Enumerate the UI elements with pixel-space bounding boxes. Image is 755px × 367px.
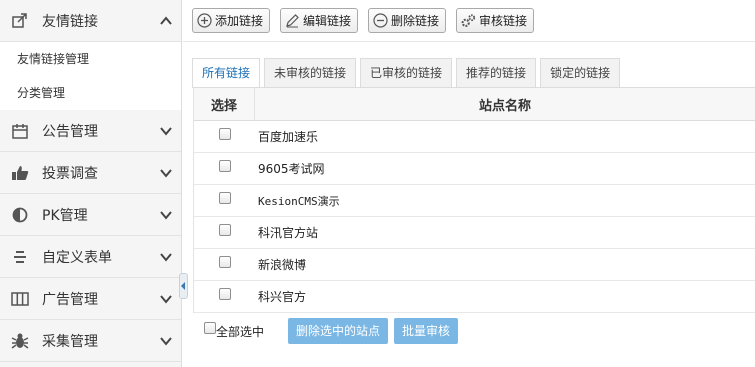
delete-selected-button[interactable]: 删除选中的站点 (288, 318, 389, 344)
chevron-up-icon (160, 16, 172, 25)
sidebar-group-custom-form[interactable]: 自定义表单 (0, 236, 181, 278)
review-link-button[interactable]: 审核链接 (456, 8, 535, 33)
chevron-down-icon (160, 127, 172, 136)
bottom-actions: 全部选中 删除选中的站点 批量审核 (204, 318, 464, 344)
bug-icon (11, 332, 29, 350)
link-icon (11, 12, 29, 30)
row-checkbox[interactable] (218, 160, 231, 172)
minus-circle-icon (373, 13, 388, 28)
row-checkbox[interactable] (218, 192, 231, 204)
gears-icon (461, 13, 476, 28)
site-name-cell: 新浪微博 (258, 258, 307, 272)
chevron-down-icon (160, 295, 172, 304)
sidebar-group-ads[interactable]: 广告管理 (0, 278, 181, 320)
thumbs-up-icon (11, 164, 29, 182)
select-all-label: 全部选中 (216, 324, 265, 339)
calendar-icon (11, 122, 29, 140)
table-row: KesionCMS演示 (194, 185, 755, 217)
select-all[interactable]: 全部选中 (204, 322, 265, 340)
table-row: 科汛官方站 (194, 217, 755, 249)
chevron-down-icon (160, 211, 172, 220)
sidebar-group-collect[interactable]: 采集管理 (0, 320, 181, 362)
delete-link-label: 删除链接 (391, 14, 440, 28)
add-link-button[interactable]: 添加链接 (192, 8, 271, 33)
chevron-down-icon (160, 169, 172, 178)
row-checkbox[interactable] (218, 224, 231, 236)
pencil-icon (285, 13, 300, 28)
row-checkbox[interactable] (218, 288, 231, 300)
half-circle-icon (11, 206, 29, 224)
sidebar-group-links[interactable]: 友情链接 (0, 0, 181, 42)
site-name-cell: 百度加速乐 (258, 130, 319, 144)
edit-link-button[interactable]: 编辑链接 (280, 8, 359, 33)
tab-locked-links[interactable]: 锁定的链接 (540, 58, 621, 87)
sidebar-item-link-manage[interactable]: 友情链接管理 (0, 42, 181, 76)
sidebar-item-category-manage[interactable]: 分类管理 (0, 76, 181, 110)
tab-unreviewed-links[interactable]: 未审核的链接 (264, 58, 357, 87)
tab-all-links[interactable]: 所有链接 (192, 58, 261, 88)
tab-recommended-links[interactable]: 推荐的链接 (456, 58, 537, 87)
site-name-cell: KesionCMS演示 (258, 194, 340, 208)
delete-link-button[interactable]: 删除链接 (368, 8, 447, 33)
table-header: 选择 站点名称 (194, 88, 755, 121)
site-name-cell: 科兴官方 (258, 290, 307, 304)
table-row: 新浪微博 (194, 249, 755, 281)
chevron-down-icon (160, 337, 172, 346)
toolbar: 添加链接 编辑链接 删除链接 审核链接 (183, 0, 755, 42)
edit-link-label: 编辑链接 (303, 14, 352, 28)
row-checkbox[interactable] (218, 256, 231, 268)
review-link-label: 审核链接 (479, 14, 528, 28)
tab-reviewed-links[interactable]: 已审核的链接 (360, 58, 453, 87)
link-tabs: 所有链接 未审核的链接 已审核的链接 推荐的链接 锁定的链接 (192, 58, 621, 88)
links-table: 选择 站点名称 百度加速乐 9605考试网 KesionCMS演示 科汛官方站 … (193, 87, 755, 313)
sidebar-submenu: 友情链接管理 分类管理 (0, 42, 181, 110)
add-link-label: 添加链接 (215, 14, 264, 28)
plus-circle-icon (197, 13, 212, 28)
row-checkbox[interactable] (218, 128, 231, 140)
table-row: 科兴官方 (194, 281, 755, 313)
sidebar-group-vote[interactable]: 投票调查 (0, 152, 181, 194)
column-header-site-name: 站点名称 (478, 98, 531, 114)
chevron-down-icon (160, 253, 172, 262)
site-name-cell: 科汛官方站 (258, 226, 319, 240)
table-row: 百度加速乐 (194, 121, 755, 153)
site-name-cell: 9605考试网 (258, 162, 325, 176)
sidebar: 友情链接 友情链接管理 分类管理 公告管理 投票调查 PK管理 自定义表单 广告… (0, 0, 182, 367)
select-all-checkbox[interactable] (204, 322, 216, 334)
batch-review-button[interactable]: 批量审核 (394, 318, 459, 344)
columns-icon (11, 290, 29, 308)
main-content: 添加链接 编辑链接 删除链接 审核链接 所有链接 未审核的链接 已审核的链接 推… (183, 0, 755, 367)
column-header-select: 选择 (194, 88, 255, 120)
list-icon (11, 248, 29, 266)
table-row: 9605考试网 (194, 153, 755, 185)
sidebar-group-pk[interactable]: PK管理 (0, 194, 181, 236)
sidebar-group-announcement[interactable]: 公告管理 (0, 110, 181, 152)
